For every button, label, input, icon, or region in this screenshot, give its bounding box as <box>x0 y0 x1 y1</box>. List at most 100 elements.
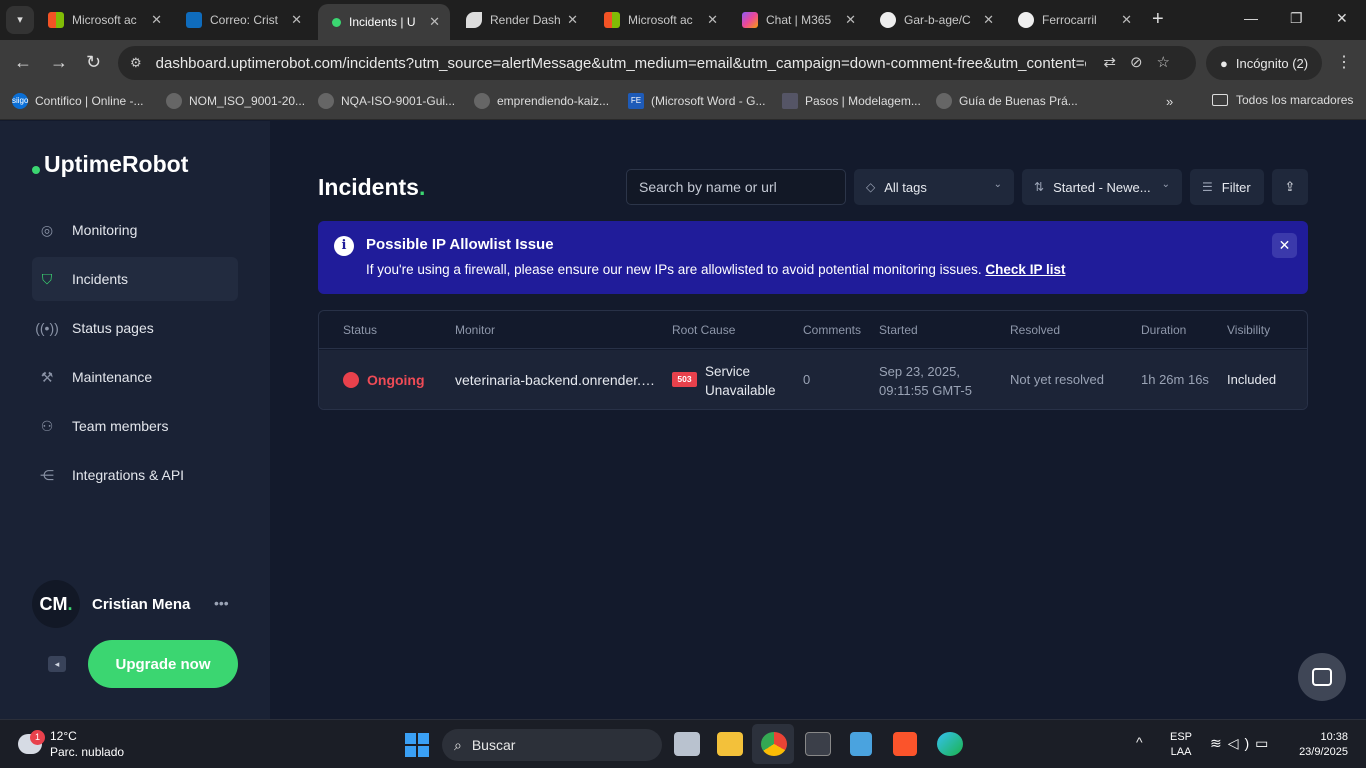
close-icon[interactable]: ✕ <box>151 12 162 28</box>
browser-tab[interactable]: Microsoft ac ✕ <box>38 4 172 36</box>
sidebar-item-maintenance[interactable]: ⚒ Maintenance <box>32 355 238 399</box>
close-icon[interactable]: ✕ <box>845 12 856 28</box>
tags-label: All tags <box>884 179 927 195</box>
file-explorer-icon[interactable] <box>717 732 743 756</box>
browser-tab[interactable]: Correo: Crist ✕ <box>176 4 312 36</box>
column-header[interactable]: Status <box>343 323 377 337</box>
more-options-icon[interactable]: ••• <box>214 595 229 611</box>
close-icon[interactable]: ✕ <box>707 12 718 28</box>
incognito-icon: ● <box>1220 55 1228 71</box>
sidebar-item-status-pages[interactable]: ((•)) Status pages <box>32 306 238 350</box>
minimize-icon[interactable]: — <box>1244 10 1258 26</box>
more-bookmarks-icon[interactable]: » <box>1166 94 1173 109</box>
notification-badge: 1 <box>30 730 45 745</box>
bookmark-item[interactable]: FE (Microsoft Word - G... <box>628 93 765 109</box>
site-info-icon[interactable]: ⚙ <box>130 55 142 71</box>
upgrade-button[interactable]: Upgrade now <box>88 640 238 688</box>
sidebar-item-incidents[interactable]: ⛉ Incidents <box>32 257 238 301</box>
bookmarks-bar: siigo Contifico | Online -... NOM_ISO_900… <box>0 86 1366 120</box>
sidebar-item-label: Integrations & API <box>72 467 185 483</box>
close-icon[interactable]: ✕ <box>291 12 302 28</box>
scrollbar[interactable] <box>1358 121 1366 719</box>
bookmark-item[interactable]: NQA-ISO-9001-Gui... <box>318 93 455 109</box>
notepad-icon[interactable] <box>850 732 872 756</box>
all-bookmarks[interactable]: Todos los marcadores <box>1212 93 1353 107</box>
browser-tab[interactable]: Render Dash ✕ <box>456 4 588 36</box>
check-ip-list-link[interactable]: Check IP list <box>985 262 1065 277</box>
browser-tab-active[interactable]: Incidents | U ✕ <box>318 4 450 40</box>
windows-start-icon[interactable] <box>405 733 429 757</box>
weather-widget[interactable]: 1 12°C Parc. nublado <box>18 728 124 760</box>
close-icon[interactable]: ✕ <box>567 12 578 28</box>
bookmark-item[interactable]: Pasos | Modelagem... <box>782 93 921 109</box>
bookmark-item[interactable]: NOM_ISO_9001-20... <box>166 93 305 109</box>
filter-button[interactable]: ☰ Filter <box>1190 169 1264 205</box>
column-header[interactable]: Resolved <box>1010 323 1060 337</box>
forward-icon[interactable]: → <box>50 52 68 73</box>
tab-search-button[interactable]: ▾ <box>6 6 34 34</box>
globe-icon <box>474 93 490 109</box>
close-icon[interactable]: ✕ <box>429 14 440 30</box>
column-header[interactable]: Visibility <box>1227 323 1270 337</box>
export-button[interactable]: ⇪ <box>1272 169 1308 205</box>
url-text[interactable]: dashboard.uptimerobot.com/incidents?utm_… <box>156 55 1086 72</box>
bookmark-item[interactable]: siigo Contifico | Online -... <box>12 93 144 109</box>
eye-off-icon[interactable]: ⊘ <box>1130 54 1157 71</box>
tab-title: Correo: Crist <box>210 13 279 27</box>
edge-icon[interactable] <box>937 732 963 756</box>
system-tray[interactable]: ≋◁)▭ <box>1210 735 1274 752</box>
reload-icon[interactable]: ↻ <box>86 52 101 73</box>
language-indicator[interactable]: ESP LAA <box>1170 730 1192 760</box>
column-header[interactable]: Duration <box>1141 323 1186 337</box>
chrome-icon[interactable] <box>761 732 787 756</box>
sidebar-item-monitoring[interactable]: ◎ Monitoring <box>32 208 238 252</box>
browser-tab[interactable]: Chat | M365 ✕ <box>732 4 866 36</box>
bookmark-star-icon[interactable]: ☆ <box>1157 54 1184 71</box>
tags-dropdown[interactable]: ◇ All tags ⌄ <box>854 169 1014 205</box>
clock[interactable]: 10:38 23/9/2025 <box>1290 730 1348 760</box>
browser-tab[interactable]: Microsoft ac ✕ <box>594 4 728 36</box>
column-header[interactable]: Root Cause <box>672 323 735 337</box>
status-down-icon <box>343 372 359 388</box>
collapse-sidebar-icon[interactable]: ◂ <box>48 656 66 672</box>
terminal-icon[interactable] <box>805 732 831 756</box>
tab-title: Chat | M365 <box>766 13 832 27</box>
bookmark-item[interactable]: emprendiendo-kaiz... <box>474 93 609 109</box>
new-tab-button[interactable]: + <box>1152 8 1164 31</box>
column-header[interactable]: Comments <box>803 323 861 337</box>
column-header[interactable]: Started <box>879 323 918 337</box>
brand-logo[interactable]: UptimeRobot <box>32 151 188 178</box>
browser-tab[interactable]: Ferrocarril ✕ <box>1008 4 1142 36</box>
taskbar-search[interactable]: ⌕ Buscar <box>442 729 662 761</box>
user-profile[interactable]: CM. Cristian Mena <box>32 580 190 628</box>
incognito-badge[interactable]: ● Incógnito (2) <box>1206 46 1322 80</box>
back-icon[interactable]: ← <box>14 52 32 73</box>
window-close-icon[interactable]: ✕ <box>1336 10 1348 27</box>
column-header[interactable]: Monitor <box>455 323 495 337</box>
bookmark-label: NOM_ISO_9001-20... <box>189 94 306 108</box>
table-row[interactable]: Ongoing veterinaria-backend.onrender.c..… <box>319 350 1307 409</box>
bookmark-item[interactable]: Guía de Buenas Prá... <box>936 93 1078 109</box>
show-hidden-icons[interactable]: ^ <box>1136 734 1143 750</box>
github-icon <box>880 12 896 28</box>
close-alert-button[interactable]: ✕ <box>1272 233 1297 258</box>
translate-icon[interactable]: ⇄ <box>1103 54 1130 71</box>
restore-icon[interactable]: ❐ <box>1290 10 1303 27</box>
close-icon[interactable]: ✕ <box>983 12 994 28</box>
brave-icon[interactable] <box>893 732 917 756</box>
monitor-link[interactable]: veterinaria-backend.onrender.c... <box>455 372 659 388</box>
sidebar-item-team-members[interactable]: ⚇ Team members <box>32 404 238 448</box>
filter-label: Filter <box>1221 179 1251 195</box>
browser-menu-icon[interactable]: ⋮ <box>1336 52 1352 72</box>
sort-dropdown[interactable]: ⇅ Started - Newe... ⌄ <box>1022 169 1182 205</box>
chat-widget-button[interactable] <box>1298 653 1346 701</box>
task-view-icon[interactable] <box>674 732 700 756</box>
export-icon: ⇪ <box>1284 179 1296 194</box>
browser-tab[interactable]: Gar-b-age/C ✕ <box>870 4 1004 36</box>
chevron-down-icon: ⌄ <box>1161 179 1170 190</box>
address-bar[interactable]: ⚙ dashboard.uptimerobot.com/incidents?ut… <box>118 46 1196 80</box>
search-input[interactable]: Search by name or url <box>626 169 846 205</box>
sidebar-item-integrations[interactable]: ⋲ Integrations & API <box>32 453 238 497</box>
train-icon <box>1018 12 1034 28</box>
close-icon[interactable]: ✕ <box>1121 12 1132 28</box>
